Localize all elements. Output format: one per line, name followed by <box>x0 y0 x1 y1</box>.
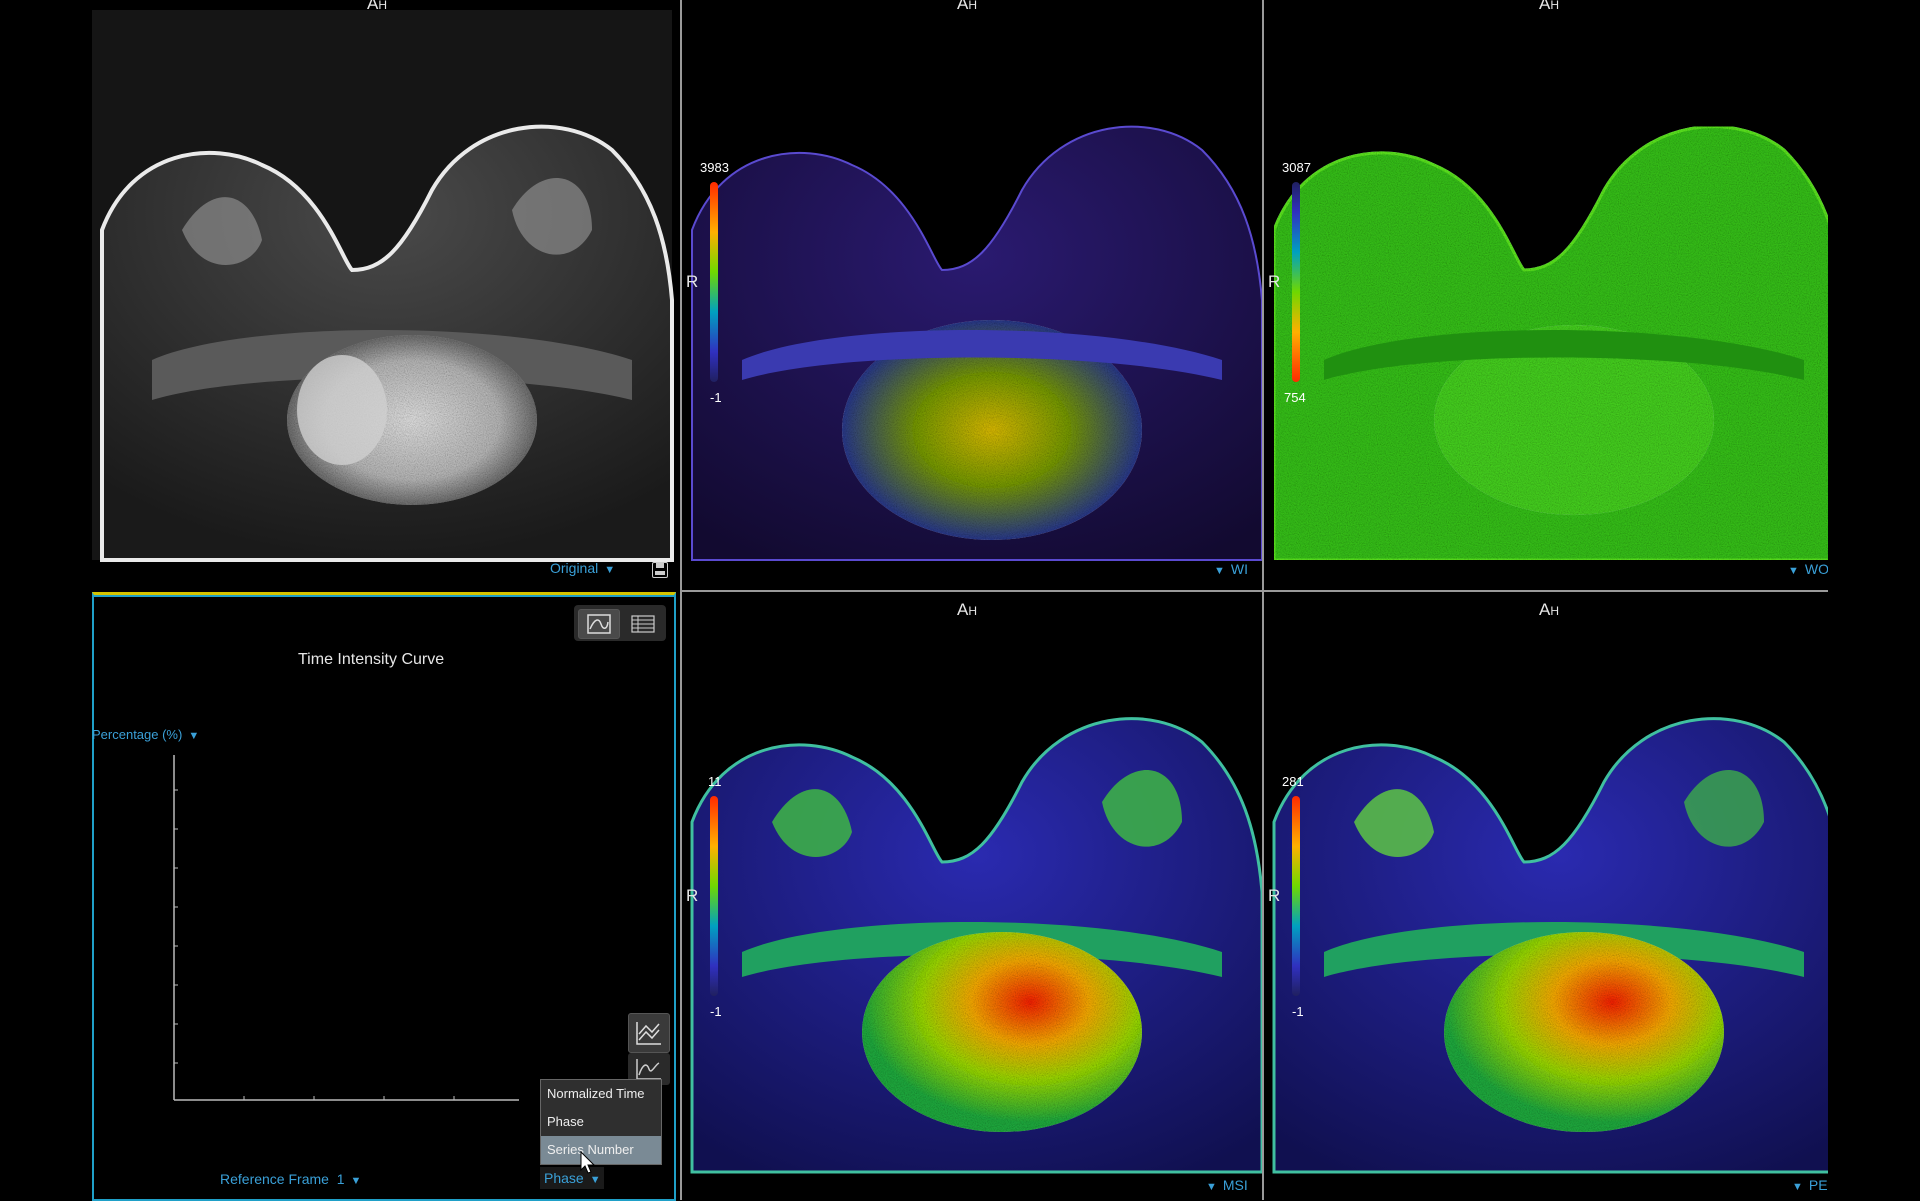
table-icon <box>631 615 655 633</box>
orientation-left: R <box>686 886 699 905</box>
mri-image-pe <box>1272 717 1828 1174</box>
orientation-left: R <box>686 272 699 291</box>
viewport-wi[interactable]: AH R 3983 -1 ▼ WI <box>682 0 1262 590</box>
viewport-pe[interactable]: AH R 281 -1 ▼ PE <box>1264 592 1828 1200</box>
multi-curve-icon <box>636 1022 661 1045</box>
colorbar <box>710 182 718 382</box>
colorbar-min: 754 <box>1284 390 1306 405</box>
orientation-top: AH <box>957 600 978 619</box>
mri-image-wi <box>691 125 1262 561</box>
series-selector-msi[interactable]: ▼ MSI <box>1200 1177 1248 1193</box>
dropdown-arrow-icon: ▼ <box>1214 565 1225 577</box>
colorbar <box>1292 182 1300 382</box>
colorbar-max: 11 <box>708 774 722 789</box>
colorbar-min: -1 <box>710 390 722 405</box>
menu-item-normalized-time[interactable]: Normalized Time <box>541 1080 661 1108</box>
dropdown-arrow-icon: ▼ <box>604 564 616 576</box>
curve-chart-icon <box>587 614 611 634</box>
viewport-wo[interactable]: AH R 3087 754 ▼ WO <box>1264 0 1828 590</box>
view-toggle-group <box>574 605 666 641</box>
dropdown-arrow-icon: ▼ <box>350 1175 362 1187</box>
dropdown-arrow-icon: ▼ <box>1206 1181 1217 1193</box>
mri-image-msi <box>690 717 1262 1174</box>
dropdown-arrow-icon: ▼ <box>188 730 200 742</box>
orientation-top: AH <box>1539 600 1560 619</box>
orientation-top: AH <box>1539 0 1560 13</box>
orientation-left: R <box>1268 886 1281 905</box>
series-selector-original[interactable]: Original ▼ <box>550 560 621 576</box>
curve-chart-button[interactable] <box>578 609 620 639</box>
x-axis-dropdown-menu: Normalized Time Phase Series Number <box>540 1079 662 1165</box>
colorbar <box>710 796 718 996</box>
orientation-top: AH <box>367 0 388 13</box>
colorbar-max: 3087 <box>1282 160 1311 175</box>
chart-axes <box>173 755 519 1101</box>
y-axis-selector[interactable]: Percentage (%) ▼ <box>92 727 205 742</box>
orientation-left: R <box>1268 272 1281 291</box>
orientation-top: AH <box>957 0 978 13</box>
colorbar <box>1292 796 1300 996</box>
table-view-button[interactable] <box>622 609 664 639</box>
mri-image-wo <box>1272 125 1828 562</box>
mouse-cursor-icon <box>580 1151 596 1174</box>
curve-fit-icon <box>636 1059 661 1080</box>
viewport-divider[interactable] <box>1262 0 1264 1200</box>
dropdown-arrow-icon: ▼ <box>1788 565 1799 577</box>
colorbar-min: -1 <box>1292 1004 1304 1019</box>
series-selector-wi[interactable]: ▼ WI <box>1208 561 1248 577</box>
reference-frame-selector[interactable]: Reference Frame 1 ▼ <box>220 1171 367 1187</box>
colorbar-max: 3983 <box>700 160 729 175</box>
viewport-original[interactable]: AH Original ▼ <box>92 0 680 590</box>
save-icon[interactable] <box>652 562 668 578</box>
mri-image-original <box>92 10 674 562</box>
series-selector-wo[interactable]: ▼ WO <box>1782 561 1828 577</box>
menu-item-phase[interactable]: Phase <box>541 1108 661 1136</box>
time-intensity-curve-panel[interactable]: Time Intensity Curve Percentage (%) ▼ Re… <box>92 592 676 1201</box>
curve-display-button[interactable] <box>628 1013 670 1053</box>
viewport-msi[interactable]: AH R 11 -1 ▼ MSI <box>682 592 1262 1200</box>
dropdown-arrow-icon: ▼ <box>1792 1181 1803 1193</box>
dropdown-arrow-icon: ▼ <box>589 1174 601 1186</box>
menu-item-series-number[interactable]: Series Number <box>541 1136 661 1164</box>
series-selector-pe[interactable]: ▼ PE <box>1786 1177 1828 1193</box>
colorbar-min: -1 <box>710 1004 722 1019</box>
viewport-divider[interactable] <box>680 0 682 1200</box>
chart-title: Time Intensity Curve <box>298 651 445 668</box>
viewport-divider[interactable] <box>682 590 1828 592</box>
colorbar-max: 281 <box>1282 774 1304 789</box>
